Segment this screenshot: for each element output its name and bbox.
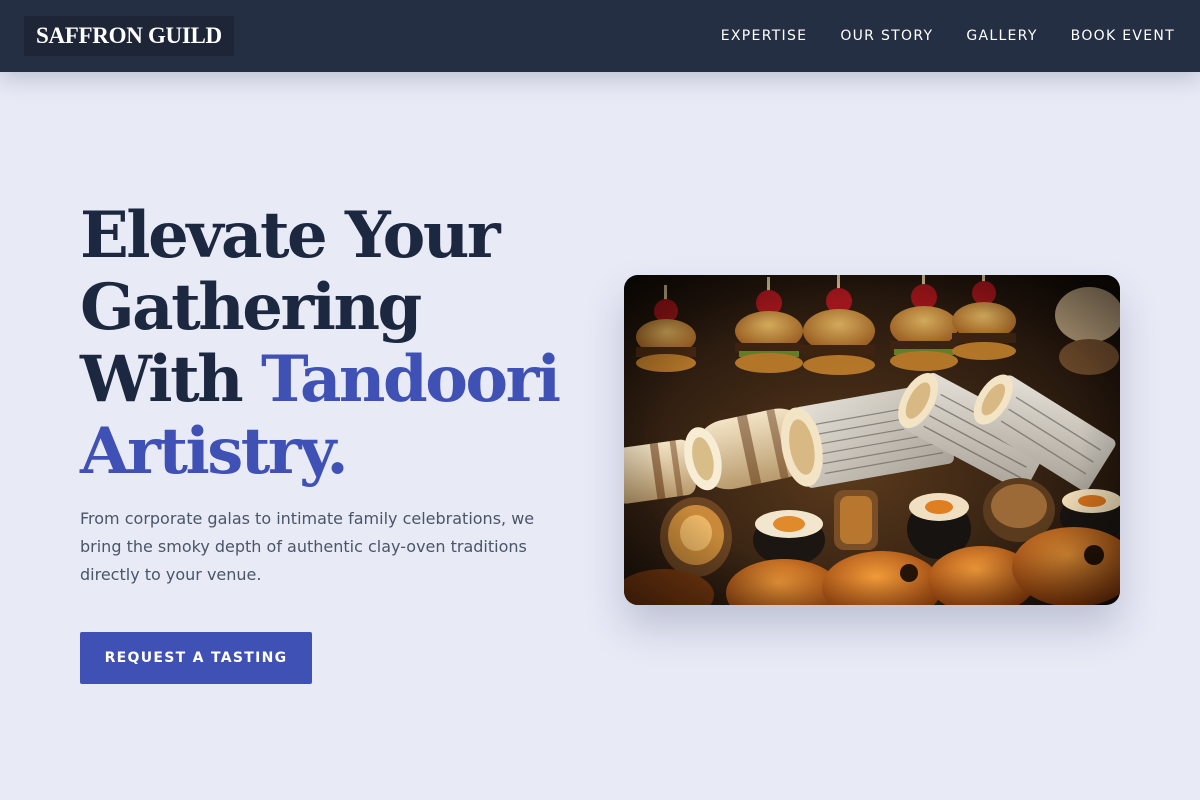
hero-text-block: Elevate Your Gathering With Tandoori Art… xyxy=(80,200,600,589)
hero-headline: Elevate Your Gathering With Tandoori Art… xyxy=(80,200,600,488)
request-tasting-button[interactable]: REQUEST A TASTING xyxy=(80,632,312,684)
nav-link-book-event[interactable]: BOOK EVENT xyxy=(1071,28,1175,44)
hero-description: From corporate galas to intimate family … xyxy=(80,509,535,584)
hero-food-image xyxy=(624,275,1120,605)
nav-link-our-story[interactable]: OUR STORY xyxy=(840,28,933,44)
nav-link-gallery[interactable]: GALLERY xyxy=(966,28,1037,44)
brand-logo[interactable]: SAFFRON GUILD xyxy=(24,16,234,56)
main-nav: EXPERTISE OUR STORY GALLERY BOOK EVENT xyxy=(721,0,1175,72)
site-header: SAFFRON GUILD EXPERTISE OUR STORY GALLER… xyxy=(0,0,1200,72)
nav-link-expertise[interactable]: EXPERTISE xyxy=(721,28,808,44)
